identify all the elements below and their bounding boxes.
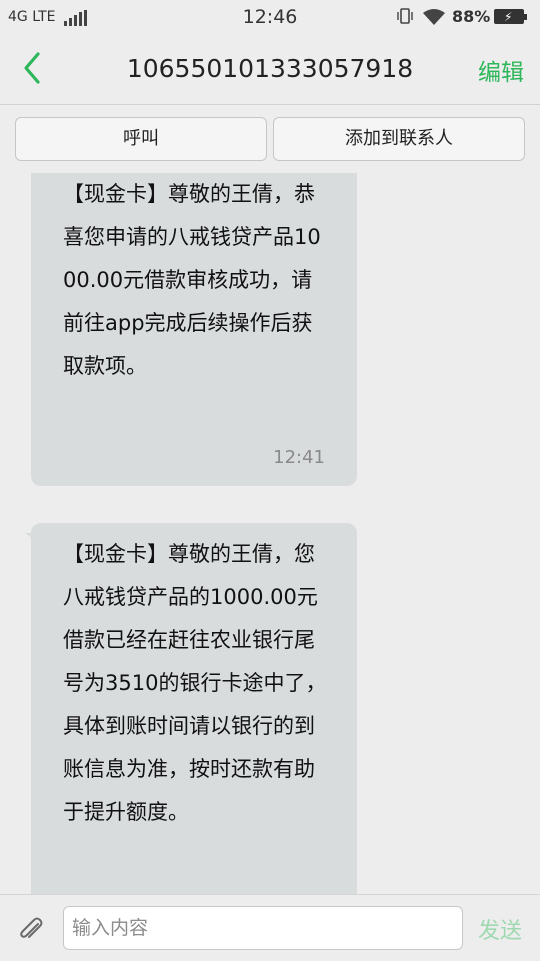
message-list[interactable]: 【现金卡】尊敬的王倩，恭喜您申请的八戒钱贷产品1000.00元借款审核成功，请前… bbox=[0, 173, 540, 894]
battery-icon: ⚡ bbox=[494, 9, 527, 24]
message-bubble[interactable]: 【现金卡】尊敬的王倩，恭喜您申请的八戒钱贷产品1000.00元借款审核成功，请前… bbox=[31, 173, 357, 486]
add-contact-button[interactable]: 添加到联系人 bbox=[273, 117, 525, 161]
vibrate-icon bbox=[397, 8, 413, 24]
message-input[interactable] bbox=[63, 906, 463, 950]
message-bubble[interactable]: 【现金卡】尊敬的王倩，您八戒钱贷产品的1000.00元借款已经在赶往农业银行尾号… bbox=[25, 523, 357, 894]
conversation-header: 106550101333057918 编辑 bbox=[0, 34, 540, 104]
battery-percent: 88% bbox=[452, 7, 491, 26]
message-text: 【现金卡】尊敬的王倩，恭喜您申请的八戒钱贷产品1000.00元借款审核成功，请前… bbox=[63, 182, 321, 378]
composer-bar: 发送 bbox=[0, 894, 540, 961]
edit-button[interactable]: 编辑 bbox=[478, 53, 524, 87]
call-button[interactable]: 呼叫 bbox=[15, 117, 267, 161]
message-text: 【现金卡】尊敬的王倩，您八戒钱贷产品的1000.00元借款已经在赶往农业银行尾号… bbox=[63, 542, 327, 824]
action-buttons: 呼叫 添加到联系人 bbox=[0, 105, 540, 173]
sender-number: 106550101333057918 bbox=[126, 54, 414, 83]
wifi-icon bbox=[423, 9, 445, 25]
paperclip-icon[interactable] bbox=[16, 915, 46, 945]
send-button[interactable]: 发送 bbox=[478, 913, 522, 945]
status-bar: 4G LTE 12:46 88% ⚡ bbox=[0, 0, 540, 34]
message-time: 12:41 bbox=[273, 447, 325, 468]
